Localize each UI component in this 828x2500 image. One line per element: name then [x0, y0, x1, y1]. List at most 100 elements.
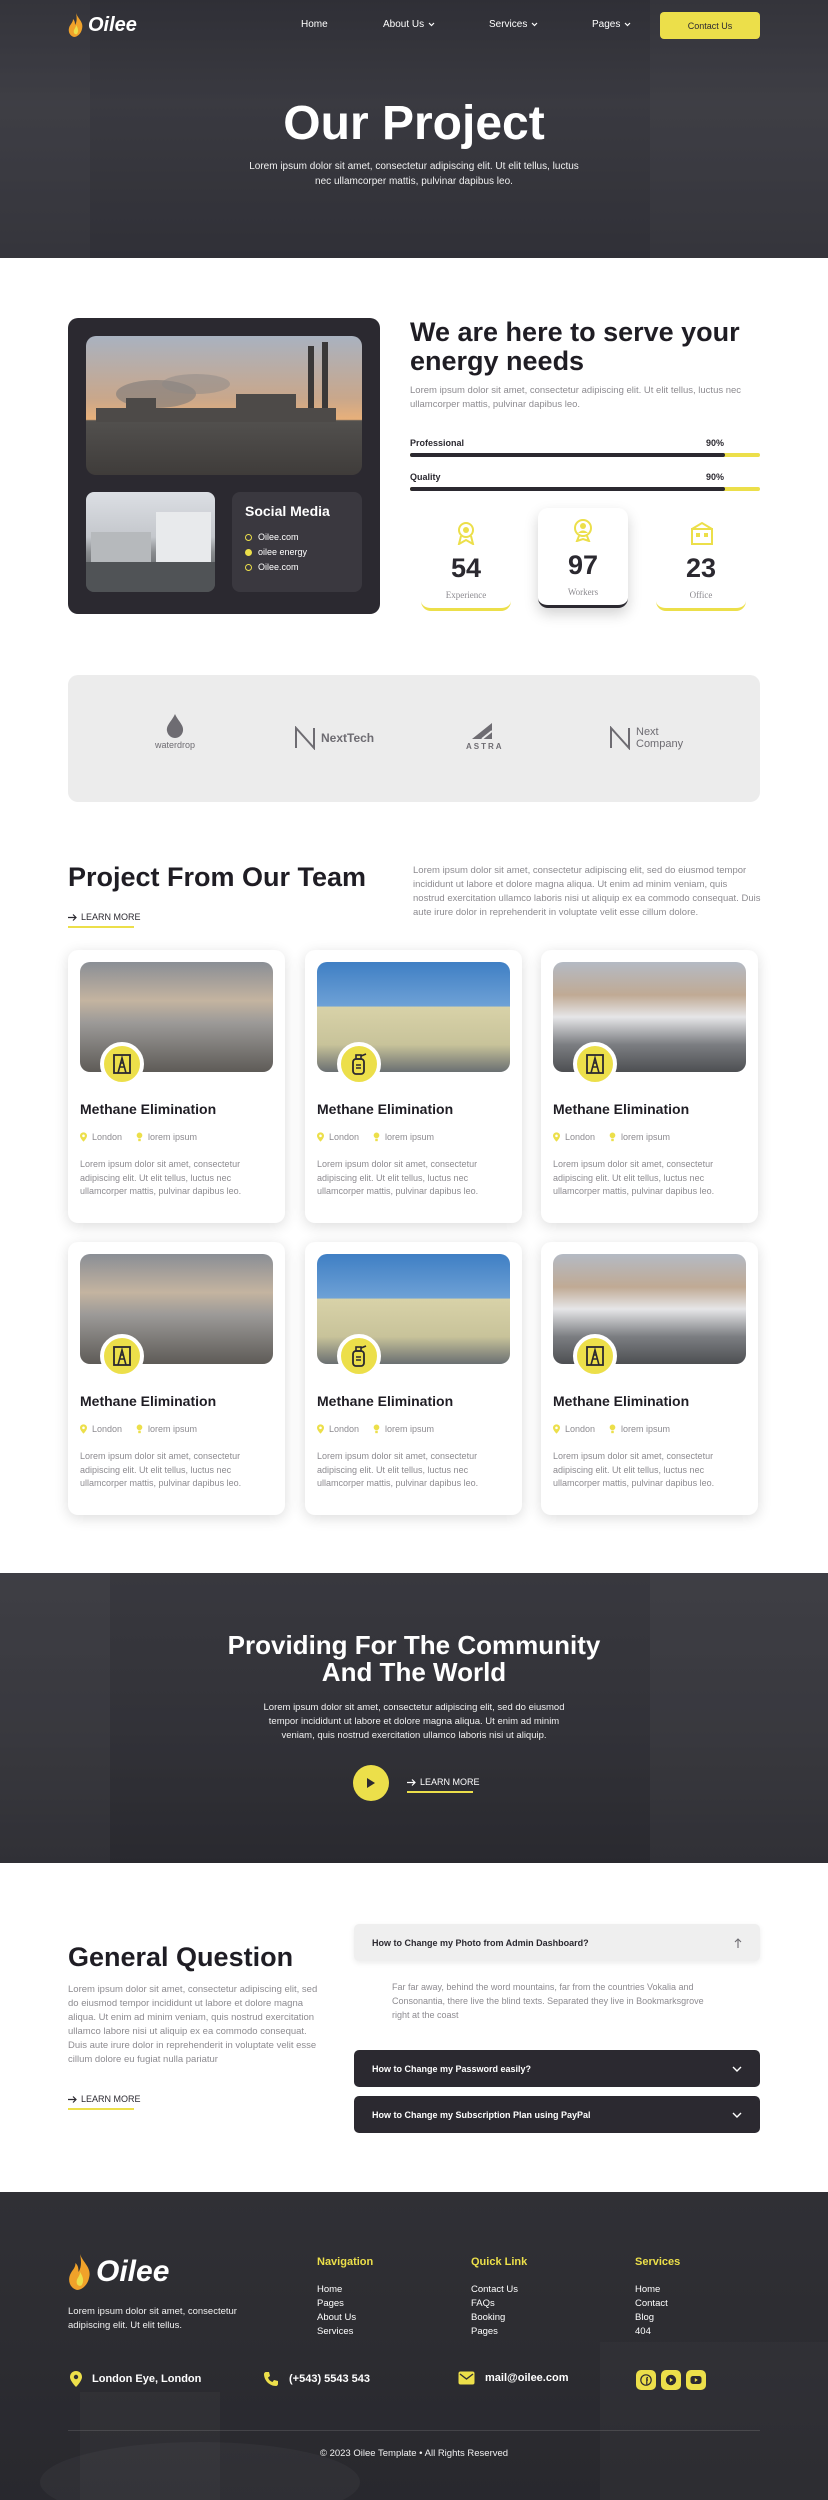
footer-email[interactable]: mail@oilee.com	[458, 2371, 568, 2385]
location-pin-icon	[317, 1424, 324, 1434]
phone-icon	[264, 2372, 278, 2386]
partner-name: waterdrop	[155, 740, 196, 750]
project-location-text: London	[565, 1132, 596, 1142]
header-logo[interactable]: Oilee	[68, 13, 137, 37]
footer-link[interactable]: About Us	[317, 2312, 356, 2323]
project-tag-text: lorem ipsum	[148, 1424, 198, 1434]
stat-number: 54	[450, 553, 482, 583]
learn-more-underline	[68, 2108, 134, 2110]
chevron-down-icon	[732, 2066, 742, 2072]
nav-services[interactable]: Services	[489, 19, 538, 30]
facebook-button[interactable]	[636, 2370, 656, 2390]
play-video-button[interactable]	[353, 1765, 389, 1801]
social-link[interactable]: Oilee.com	[245, 532, 299, 542]
projects-text: Lorem ipsum dolor sit amet, consectetur …	[413, 865, 761, 918]
footer-link[interactable]: Pages	[317, 2298, 344, 2309]
footer-link[interactable]: Blog	[635, 2312, 654, 2323]
globe-icon	[245, 563, 252, 571]
projects-learn-more-link[interactable]: LEARN MORE	[68, 912, 141, 928]
contact-us-button[interactable]: Contact Us	[660, 12, 760, 39]
project-card[interactable]: Methane Elimination London lorem ipsum Lore…	[541, 950, 758, 1223]
partner-logo-next-company: Next Company	[609, 726, 683, 750]
faq-answer: Far far away, behind the word mountains,…	[392, 1982, 704, 2020]
oil-rig-icon	[586, 1346, 604, 1366]
project-card[interactable]: Methane Elimination London lorem ipsum Lore…	[305, 1242, 522, 1515]
project-title: Methane Elimination	[553, 1393, 690, 1409]
footer-phone[interactable]: (+543) 5543 543	[263, 2371, 370, 2387]
oil-rig-icon	[113, 1054, 131, 1074]
project-badge	[573, 1042, 617, 1086]
project-badge	[337, 1042, 381, 1086]
skill-label: Professional	[410, 438, 465, 448]
faq-question-text: How to Change my Photo from Admin Dashbo…	[372, 1937, 589, 1948]
learn-more-underline	[407, 1791, 473, 1793]
project-card[interactable]: Methane Elimination London lorem ipsum Lore…	[68, 950, 285, 1223]
nav-pages[interactable]: Pages	[592, 19, 631, 30]
youtube-button[interactable]	[686, 2370, 706, 2390]
footer-link[interactable]: Home	[317, 2284, 342, 2295]
social-media-title: Social Media	[245, 503, 330, 519]
project-card[interactable]: Methane Elimination London lorem ipsum Lore…	[541, 1242, 758, 1515]
project-location: London	[80, 1132, 122, 1142]
project-tag-text: lorem ipsum	[385, 1424, 435, 1434]
nav-home[interactable]: Home	[301, 19, 328, 30]
award-icon	[457, 522, 475, 545]
location-pin-icon	[553, 1132, 560, 1142]
partner-logo-astra: ASTRA	[466, 722, 504, 751]
project-card[interactable]: Methane Elimination London lorem ipsum Lore…	[68, 1242, 285, 1515]
chevron-down-icon	[531, 22, 538, 27]
lightbulb-icon	[609, 1132, 616, 1142]
chevron-down-icon	[732, 2112, 742, 2118]
footer-link[interactable]: Services	[317, 2326, 353, 2337]
office-building-icon	[691, 521, 713, 545]
footer-link[interactable]: Contact Us	[471, 2284, 518, 2295]
social-link[interactable]: Oilee.com	[245, 562, 299, 572]
nav-about-us[interactable]: About Us	[383, 19, 435, 30]
factory-silhouette	[96, 342, 336, 422]
project-badge	[337, 1334, 381, 1378]
page: Oilee Home About Us Services Pages Conta…	[0, 0, 828, 2500]
location-pin-icon	[80, 1424, 87, 1434]
footer-link[interactable]: Booking	[471, 2312, 505, 2323]
social-link-label: oilee energy	[258, 547, 308, 557]
play-icon	[367, 1778, 375, 1788]
project-meta: London lorem ipsum	[553, 1424, 670, 1434]
faq-question[interactable]: How to Change my Password easily?	[354, 2050, 760, 2087]
gas-canister-icon	[352, 1345, 367, 1367]
footer-link[interactable]: Pages	[471, 2326, 498, 2337]
tanks-silhouette	[86, 512, 215, 592]
faq-question-open[interactable]: How to Change my Photo from Admin Dashbo…	[354, 1924, 760, 1961]
social-link[interactable]: oilee energy	[245, 547, 307, 557]
community-learn-more-link[interactable]: LEARN MORE	[407, 1777, 480, 1793]
project-location-text: London	[92, 1132, 123, 1142]
project-badge	[573, 1334, 617, 1378]
project-description: Lorem ipsum dolor sit amet, consectetur …	[80, 1451, 242, 1488]
lightbulb-icon	[373, 1424, 380, 1434]
footer-link[interactable]: Contact	[635, 2298, 668, 2309]
community-title-line: And The World	[321, 1657, 507, 1687]
footer-address-text: London Eye, London	[92, 2373, 202, 2385]
faq-learn-more-link[interactable]: LEARN MORE	[68, 2094, 141, 2110]
project-title: Methane Elimination	[553, 1101, 690, 1117]
project-location: London	[317, 1132, 359, 1142]
project-tag: lorem ipsum	[373, 1132, 434, 1142]
youtube-button[interactable]	[661, 2370, 681, 2390]
worker-badge-icon	[574, 519, 592, 542]
project-card[interactable]: Methane Elimination London lorem ipsum Lore…	[305, 950, 522, 1223]
arrow-right-icon	[68, 913, 77, 921]
footer-phone-text: (+543) 5543 543	[289, 2373, 371, 2385]
footer-link[interactable]: Home	[635, 2284, 660, 2295]
project-title: Methane Elimination	[317, 1393, 454, 1409]
partner-name: Next Company	[636, 726, 683, 750]
globe-icon	[245, 533, 252, 541]
social-link-label: Oilee.com	[258, 562, 299, 572]
footer-link[interactable]: FAQs	[471, 2298, 495, 2309]
energy-icon	[245, 548, 252, 556]
logo-text: Oilee	[96, 2255, 170, 2288]
faq-question[interactable]: How to Change my Subscription Plan using…	[354, 2096, 760, 2133]
partner-name-line: Company	[636, 738, 684, 750]
learn-more-label: LEARN MORE	[420, 1777, 480, 1787]
footer-logo[interactable]: Oilee	[68, 2254, 169, 2290]
footer-link[interactable]: 404	[635, 2326, 651, 2337]
arrow-right-icon	[68, 2095, 77, 2103]
